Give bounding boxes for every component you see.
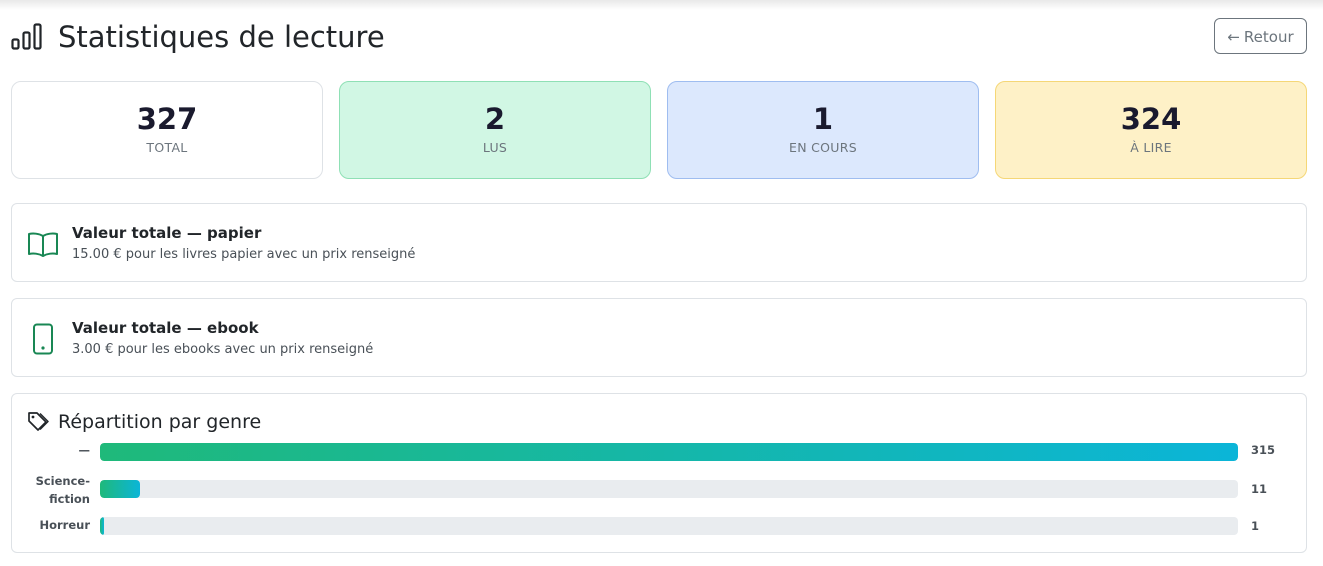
stat-value: 2 xyxy=(484,102,506,136)
stat-value: 324 xyxy=(1120,102,1182,136)
page-title: Statistiques de lecture xyxy=(58,20,385,54)
tablet-icon xyxy=(33,323,53,355)
genre-bar-fill xyxy=(100,443,1238,461)
ebook-value-card: Valeur totale — ebook 3.00 € pour les eb… xyxy=(11,298,1307,377)
ebook-value-subtitle: 3.00 € pour les ebooks avec un prix rens… xyxy=(72,342,374,357)
genre-bar-track xyxy=(100,443,1238,461)
paper-value-title: Valeur totale — papier xyxy=(72,224,262,242)
stat-label: À LIRE xyxy=(1130,140,1172,155)
stat-card-in-progress: 1 EN COURS xyxy=(667,81,979,179)
genre-row: Horreur 1 xyxy=(12,516,1308,552)
back-button[interactable]: ← Retour xyxy=(1214,18,1307,54)
stat-label: TOTAL xyxy=(146,140,188,155)
genre-count: 11 xyxy=(1251,482,1268,496)
open-book-icon xyxy=(28,232,58,257)
paper-value-card: Valeur totale — papier 15.00 € pour les … xyxy=(11,203,1307,282)
genre-row: Science-fiction 11 xyxy=(12,472,1308,508)
tags-icon xyxy=(28,412,49,431)
top-shadow xyxy=(0,0,1323,10)
back-button-label: Retour xyxy=(1243,28,1294,46)
genre-bar-track xyxy=(100,517,1238,535)
arrow-left-icon: ← xyxy=(1227,28,1240,46)
genre-count: 1 xyxy=(1251,519,1260,533)
stat-label: EN COURS xyxy=(789,140,857,155)
stats-row: 327 TOTAL 2 LUS 1 EN COURS 324 À LIRE xyxy=(11,81,1307,179)
bar-chart-icon xyxy=(11,23,42,50)
ebook-value-title: Valeur totale — ebook xyxy=(72,319,259,337)
stat-card-total: 327 TOTAL xyxy=(11,81,323,179)
stat-label: LUS xyxy=(482,140,508,155)
genre-bar-fill xyxy=(100,517,104,535)
genre-distribution-title: Répartition par genre xyxy=(58,411,262,433)
genre-label: Science-fiction xyxy=(35,474,90,506)
genre-label: Horreur xyxy=(39,518,90,532)
paper-value-subtitle: 15.00 € pour les livres papier avec un p… xyxy=(72,247,416,262)
genre-label: — xyxy=(78,443,91,457)
page-header: Statistiques de lecture ← Retour xyxy=(11,18,1307,56)
stat-card-to-read: 324 À LIRE xyxy=(995,81,1307,179)
genre-bar-fill xyxy=(100,480,140,498)
genre-distribution-card: Répartition par genre — 315 Science-fict… xyxy=(11,393,1307,553)
genre-count: 315 xyxy=(1251,443,1276,457)
stat-card-read: 2 LUS xyxy=(339,81,651,179)
genre-bar-track xyxy=(100,480,1238,498)
stat-value: 1 xyxy=(812,102,834,136)
stat-value: 327 xyxy=(136,102,198,136)
